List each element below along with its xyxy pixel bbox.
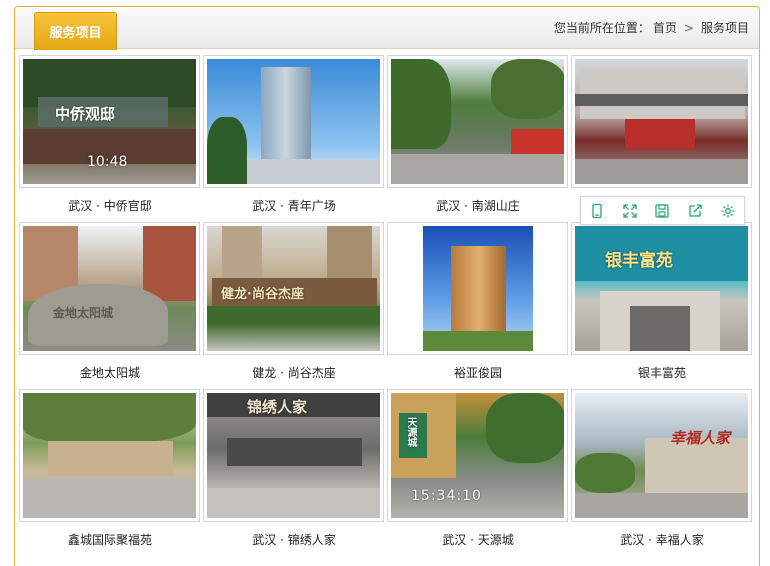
project-caption[interactable]: 武汉 · 幸福人家 (571, 522, 753, 556)
project-photo: 金地太阳城 (23, 226, 196, 351)
breadcrumb-home-link[interactable]: 首页 (653, 19, 677, 36)
project-photo-frame[interactable]: 银丰富苑 (571, 222, 752, 355)
photo-timestamp: 10:48 (87, 154, 128, 170)
project-photo (391, 226, 564, 351)
photo-sign-text: 锦绣人家 (247, 398, 308, 416)
project-card[interactable]: 武汉 · 青年广场 (203, 55, 385, 222)
project-caption[interactable]: 武汉 · 天源城 (387, 522, 569, 556)
chevron-right-icon: > (683, 20, 694, 35)
save-icon[interactable] (651, 200, 673, 222)
phone-icon[interactable] (586, 200, 608, 222)
project-photo: 天源城 15:34:10 (391, 393, 564, 518)
photo-sign-text: 银丰富苑 (605, 251, 673, 271)
share-icon[interactable] (684, 200, 706, 222)
project-card[interactable]: 健龙·尚谷杰座 健龙 · 尚谷杰座 (203, 222, 385, 389)
image-toolbar (580, 196, 745, 225)
project-photo (575, 59, 748, 184)
service-panel: 服务项目 您当前所在位置： 首页 > 服务项目 中侨观邸 10:48 武汉 · … (14, 6, 760, 566)
project-card[interactable]: 银丰富苑 银丰富苑 (571, 222, 753, 389)
photo-sign-text: 中侨观邸 (55, 105, 116, 123)
project-card[interactable]: 幸福人家 武汉 · 幸福人家 (571, 389, 753, 556)
project-photo: 健龙·尚谷杰座 (207, 226, 380, 351)
project-photo-frame[interactable]: 锦绣人家 (203, 389, 384, 522)
project-photo: 锦绣人家 (207, 393, 380, 518)
panel-header: 服务项目 您当前所在位置： 首页 > 服务项目 (15, 7, 759, 50)
settings-icon[interactable] (717, 200, 739, 222)
project-photo-frame[interactable]: 中侨观邸 10:48 (19, 55, 200, 188)
project-card[interactable]: 锦绣人家 武汉 · 锦绣人家 (203, 389, 385, 556)
project-photo-frame[interactable] (19, 389, 200, 522)
project-caption[interactable]: 健龙 · 尚谷杰座 (203, 355, 385, 389)
project-photo-frame[interactable] (387, 55, 568, 188)
photo-sign-text: 健龙·尚谷杰座 (221, 287, 304, 302)
project-photo: 中侨观邸 10:48 (23, 59, 196, 184)
photo-sign-text: 金地太阳城 (53, 306, 114, 320)
project-caption[interactable]: 武汉 · 青年广场 (203, 188, 385, 222)
project-photo-frame[interactable]: 天源城 15:34:10 (387, 389, 568, 522)
project-grid: 中侨观邸 10:48 武汉 · 中侨官邸 武汉 · 青年广场 武汉 · 南湖山庄… (19, 55, 753, 556)
project-photo-frame[interactable] (571, 55, 752, 188)
project-photo-frame[interactable] (387, 222, 568, 355)
breadcrumb-prefix: 您当前所在位置： (553, 21, 650, 35)
project-photo (391, 59, 564, 184)
project-card[interactable]: 中侨观邸 10:48 武汉 · 中侨官邸 (19, 55, 201, 222)
project-photo: 银丰富苑 (575, 226, 748, 351)
project-caption[interactable]: 武汉 · 锦绣人家 (203, 522, 385, 556)
tab-services[interactable]: 服务项目 (34, 12, 117, 50)
project-caption[interactable]: 鑫城国际聚福苑 (19, 522, 201, 556)
project-card[interactable]: 武汉 · 南湖山庄 (387, 55, 569, 222)
project-photo (23, 393, 196, 518)
project-card[interactable]: 鑫城国际聚福苑 (19, 389, 201, 556)
project-photo (207, 59, 380, 184)
project-photo-frame[interactable]: 幸福人家 (571, 389, 752, 522)
project-photo-frame[interactable] (203, 55, 384, 188)
project-caption[interactable]: 武汉 · 中侨官邸 (19, 188, 201, 222)
project-caption[interactable]: 武汉 · 南湖山庄 (387, 188, 569, 222)
breadcrumb-current: 服务项目 (700, 21, 749, 35)
project-photo: 幸福人家 (575, 393, 748, 518)
project-card[interactable]: 金地太阳城 金地太阳城 (19, 222, 201, 389)
project-caption[interactable]: 金地太阳城 (19, 355, 201, 389)
breadcrumb: 您当前所在位置： 首页 > 服务项目 (554, 19, 749, 36)
project-photo-frame[interactable]: 健龙·尚谷杰座 (203, 222, 384, 355)
project-card[interactable]: 天源城 15:34:10 武汉 · 天源城 (387, 389, 569, 556)
expand-icon[interactable] (619, 200, 641, 222)
photo-sign-text: 天源城 (405, 417, 416, 447)
photo-sign-text: 幸福人家 (670, 429, 731, 447)
project-caption[interactable]: 裕亚俊园 (387, 355, 569, 389)
project-photo-frame[interactable]: 金地太阳城 (19, 222, 200, 355)
project-card[interactable]: 裕亚俊园 (387, 222, 569, 389)
photo-timestamp: 15:34:10 (411, 488, 482, 504)
project-caption[interactable]: 银丰富苑 (571, 355, 753, 389)
